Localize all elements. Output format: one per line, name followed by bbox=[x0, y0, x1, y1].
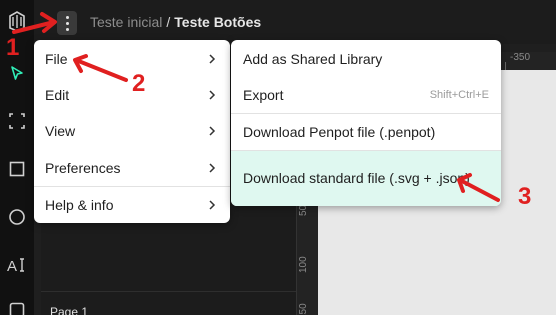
annotation-arrow-3 bbox=[458, 178, 500, 202]
annotation-label-1: 1 bbox=[6, 34, 20, 61]
annotation-label-3: 3 bbox=[518, 183, 532, 210]
annotation-arrows bbox=[12, 12, 500, 202]
annotation-arrow-2 bbox=[74, 58, 128, 82]
annotation-label-2: 2 bbox=[132, 70, 146, 97]
